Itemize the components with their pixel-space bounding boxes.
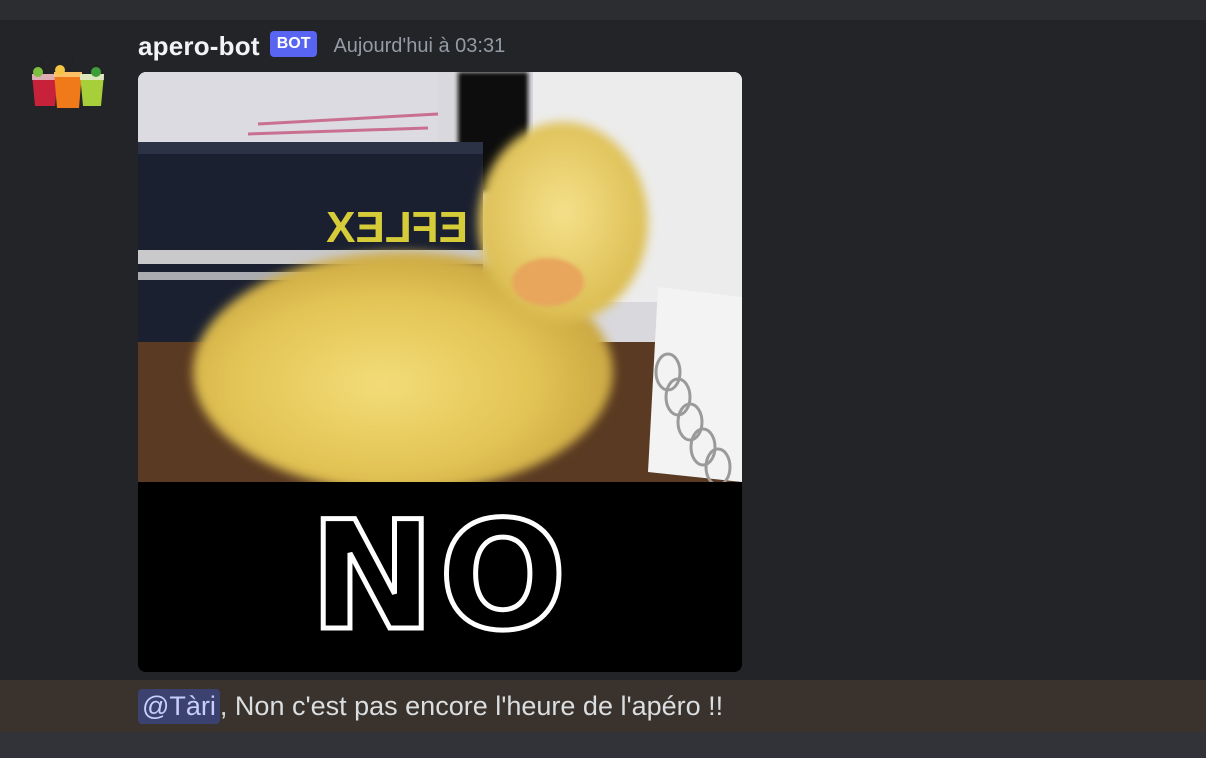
svg-text:EFLEX: EFLEX: [326, 203, 468, 252]
message-text: , Non c'est pas encore l'heure de l'apér…: [219, 690, 724, 721]
chat-view: apero-bot BOT Aujourd'hui à 03:31 EFLEX …: [0, 0, 1206, 758]
bot-badge: BOT: [269, 31, 318, 57]
message-content: @Tàri , Non c'est pas encore l'heure de …: [138, 684, 723, 728]
message-header: apero-bot BOT Aujourd'hui à 03:31: [138, 28, 505, 64]
cocktail-glasses-avatar[interactable]: [26, 57, 106, 110]
timestamp[interactable]: Aujourd'hui à 03:31: [333, 35, 505, 58]
user-mention[interactable]: @Tàri: [138, 688, 220, 724]
gif-attachment[interactable]: EFLEX NO: [138, 72, 742, 672]
previous-message-edge: [0, 0, 1206, 20]
gif-caption-no: NO: [307, 490, 571, 664]
username[interactable]: apero-bot: [138, 31, 260, 62]
